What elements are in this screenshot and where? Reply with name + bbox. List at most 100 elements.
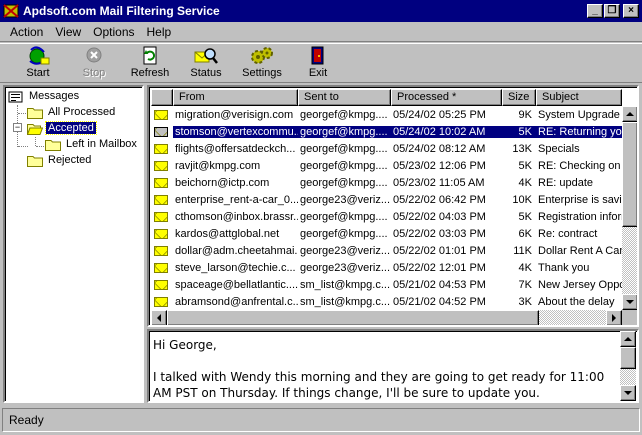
stop-button[interactable]: Stop: [66, 44, 122, 82]
list-header: From Sent to Processed * Size Subject: [151, 89, 622, 106]
title-bar[interactable]: Apdsoft.com Mail Filtering Service _ ❐ ×: [0, 0, 642, 22]
message-row[interactable]: abramsond@anfrental.c... sm_list@kmpg.c..…: [151, 293, 622, 310]
column-header-size[interactable]: Size: [502, 89, 536, 106]
message-row[interactable]: ravjit@kmpg.com georgef@kmpg.... 05/23/02 …: [151, 157, 622, 174]
scroll-corner: [622, 310, 637, 325]
preview-scroll-up-button[interactable]: [620, 331, 636, 347]
tree-root-messages[interactable]: Messages: [8, 88, 81, 104]
close-icon: ×: [628, 5, 634, 16]
message-cell-size: 13K: [512, 142, 532, 155]
message-cell-processed: 05/22/02 03:03 PM: [393, 227, 486, 240]
scroll-down-button[interactable]: [622, 294, 637, 310]
column-header-icon[interactable]: [151, 89, 173, 106]
tree-item-left-in-mailbox[interactable]: Left in Mailbox: [45, 136, 139, 152]
message-cell-processed: 05/21/02 04:52 PM: [393, 295, 486, 308]
message-preview[interactable]: Hi George, I talked with Wendy this morn…: [147, 329, 639, 403]
scroll-left-button[interactable]: [151, 310, 167, 325]
message-cell-icon: [151, 177, 173, 188]
menu-action[interactable]: Action: [4, 25, 49, 39]
scroll-right-button[interactable]: [606, 310, 622, 325]
message-cell-subject: RE: Returning you: [536, 125, 622, 138]
scroll-thumb[interactable]: [622, 122, 637, 227]
message-row[interactable]: beichorn@ictp.com georgef@kmpg.... 05/23/0…: [151, 174, 622, 191]
message-cell-processed: 05/24/02 10:02 AM: [391, 125, 502, 138]
menu-view[interactable]: View: [49, 25, 87, 39]
message-cell-icon: [151, 160, 173, 171]
message-row[interactable]: stomson@vertexcommu... georgef@kmpg.... 05…: [151, 123, 622, 140]
message-cell-from: kardos@attglobal.net: [175, 227, 280, 240]
refresh-label: Refresh: [130, 67, 170, 79]
preview-scroll-down-button[interactable]: [620, 385, 636, 401]
app-icon: [3, 3, 19, 19]
message-cell-icon: [151, 245, 173, 256]
tree-item-label: Left in Mailbox: [66, 138, 137, 150]
message-cell-subject: System Upgrade N: [538, 108, 622, 121]
message-cell-size: 6K: [518, 227, 532, 240]
message-cell-icon: [151, 262, 173, 273]
arrow-left-icon: [157, 314, 161, 322]
message-cell-processed: 05/22/02 06:42 PM: [393, 193, 486, 206]
collapse-toggle[interactable]: −: [13, 123, 22, 132]
stop-label: Stop: [82, 67, 106, 79]
column-header-from[interactable]: From: [173, 89, 298, 106]
message-row[interactable]: cthomson@inbox.brassr... georgef@kmpg....…: [151, 208, 622, 225]
list-horizontal-scrollbar[interactable]: [151, 310, 622, 325]
exit-button[interactable]: Exit: [290, 44, 346, 82]
start-label: Start: [26, 67, 50, 79]
message-cell-icon: [151, 279, 173, 290]
settings-button[interactable]: Settings: [234, 44, 290, 82]
message-cell-icon: [151, 143, 173, 154]
envelope-icon: [154, 296, 168, 307]
list-vertical-scrollbar[interactable]: [622, 106, 637, 310]
message-cell-icon: [151, 109, 173, 120]
preview-text[interactable]: Hi George, I talked with Wendy this morn…: [153, 337, 618, 401]
message-cell-to: georgef@kmpg....: [300, 227, 388, 240]
message-cell-size: 4K: [518, 176, 532, 189]
menu-options[interactable]: Options: [87, 25, 140, 39]
message-cell-to: sm_list@kmpg.c...: [300, 295, 391, 308]
message-cell-icon: [151, 211, 173, 222]
message-row[interactable]: kardos@attglobal.net georgef@kmpg.... 05/2…: [151, 225, 622, 242]
message-cell-processed: 05/21/02 04:53 PM: [393, 278, 486, 291]
preview-scroll-thumb[interactable]: [620, 347, 636, 369]
tree-item-rejected[interactable]: Rejected: [27, 152, 93, 168]
message-row[interactable]: flights@offersatdeckch... georgef@kmpg...…: [151, 140, 622, 157]
start-button[interactable]: Start: [10, 44, 66, 82]
message-row[interactable]: migration@verisign.com georgef@kmpg.... 05…: [151, 106, 622, 123]
message-row[interactable]: spaceage@bellatlantic.... sm_list@kmpg.c.…: [151, 276, 622, 293]
arrow-up-icon: [624, 337, 632, 341]
message-cell-to: george23@veriz...: [300, 193, 391, 206]
horizontal-scroll-thumb[interactable]: [167, 310, 539, 325]
tree-item-all-processed[interactable]: All Processed: [27, 104, 117, 120]
message-row[interactable]: dollar@adm.cheetahmai... george23@veriz..…: [151, 242, 622, 259]
message-cell-from: migration@verisign.com: [175, 108, 294, 121]
mailbox-icon: [8, 90, 24, 103]
maximize-button[interactable]: ❐: [604, 4, 620, 18]
column-header-subject[interactable]: Subject: [536, 89, 622, 106]
close-button[interactable]: ×: [623, 4, 639, 18]
message-cell-subject: Specials: [538, 142, 580, 155]
message-cell-from: steve_larson@techie.c...: [175, 261, 296, 274]
message-cell-subject: Thank you: [538, 261, 590, 274]
envelope-icon: [154, 160, 168, 171]
folder-icon: [45, 138, 61, 151]
menu-help[interactable]: Help: [141, 25, 178, 39]
message-cell-subject: About the delay: [538, 295, 615, 308]
message-row[interactable]: steve_larson@techie.c... george23@veriz..…: [151, 259, 622, 276]
message-cell-to: georgef@kmpg....: [300, 142, 388, 155]
refresh-button[interactable]: Refresh: [122, 44, 178, 82]
tree-item-accepted[interactable]: Accepted: [26, 120, 97, 136]
column-header-processed[interactable]: Processed *: [391, 89, 502, 106]
message-row[interactable]: enterprise_rent-a-car_0... george23@veriz…: [151, 191, 622, 208]
minimize-button[interactable]: _: [587, 4, 603, 18]
arrow-down-icon: [626, 300, 634, 304]
arrow-up-icon: [626, 112, 634, 116]
status-button[interactable]: Status: [178, 44, 234, 82]
scroll-up-button[interactable]: [622, 106, 637, 122]
message-cell-size: 7K: [518, 278, 532, 291]
column-header-sent-to[interactable]: Sent to: [298, 89, 391, 106]
stop-icon: [82, 46, 106, 66]
refresh-icon: [138, 46, 162, 66]
minimize-icon: _: [592, 5, 598, 16]
preview-scrollbar[interactable]: [620, 331, 636, 401]
